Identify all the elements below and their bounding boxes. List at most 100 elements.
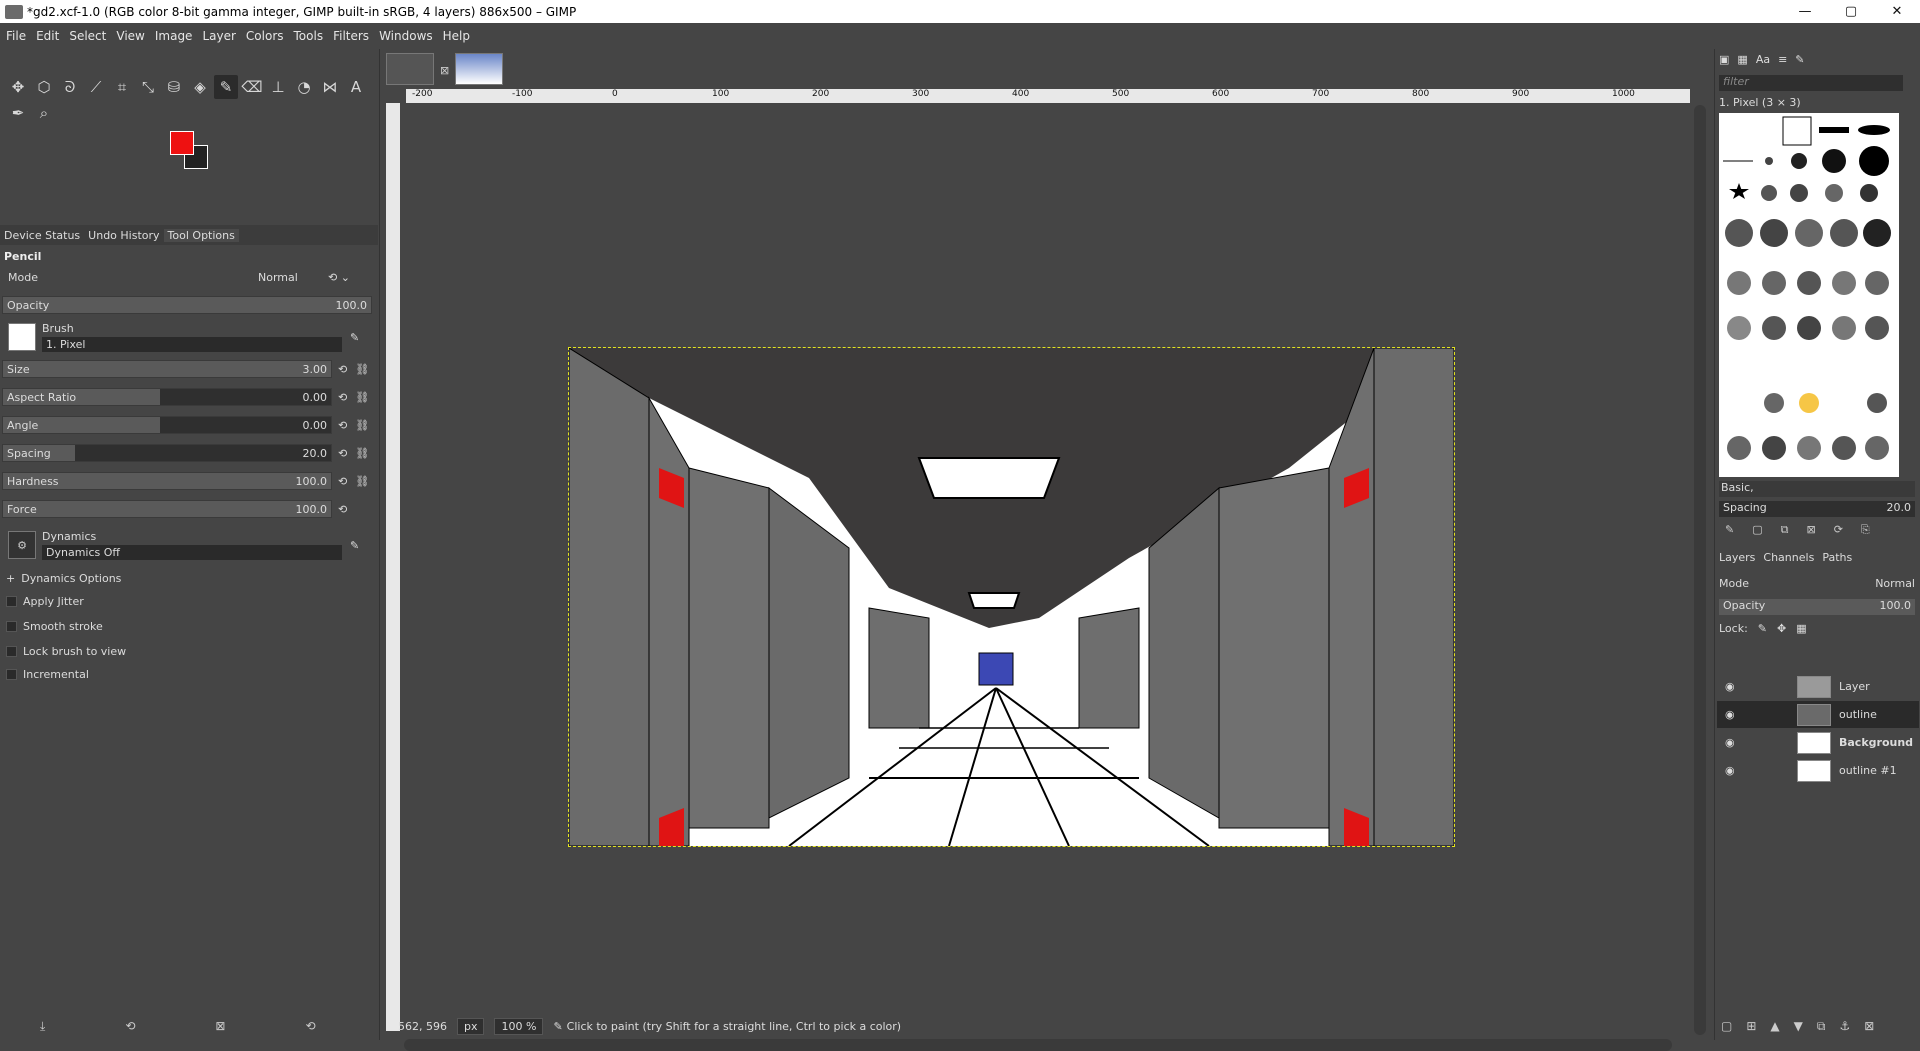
dynamics-options-expander[interactable]: + Dynamics Options [6, 572, 121, 585]
paths-icon[interactable]: ⋈ [318, 75, 342, 99]
reset-force-icon[interactable]: ⟲ [338, 503, 347, 516]
edit-dynamics-icon[interactable]: ✎ [350, 539, 359, 552]
delete-options-icon[interactable]: ⊠ [215, 1019, 225, 1034]
free-select-icon[interactable]: ᘐ [58, 75, 82, 99]
dynamics-icon[interactable]: ⚙ [8, 531, 36, 559]
lock-position-icon[interactable]: ✥ [1777, 622, 1786, 635]
brush-spacing-slider[interactable]: Spacing 20.0 [1719, 501, 1915, 517]
brush-preview[interactable] [8, 323, 36, 351]
brush-grid[interactable] [1719, 113, 1899, 477]
layer-mode-select[interactable]: Normal [1875, 577, 1915, 590]
menu-help[interactable]: Help [443, 29, 470, 43]
tab-layers[interactable]: Layers [1719, 551, 1755, 564]
lower-layer-icon[interactable]: ▼ [1794, 1019, 1803, 1034]
document-history-tab-icon[interactable]: ≡ [1778, 53, 1787, 66]
brush-field[interactable]: 1. Pixel [42, 337, 342, 352]
menu-colors[interactable]: Colors [246, 29, 284, 43]
raise-layer-icon[interactable]: ▲ [1770, 1019, 1779, 1034]
edit-brush-action-icon[interactable]: ✎ [1725, 523, 1734, 537]
new-layer-icon[interactable]: ▢ [1721, 1019, 1732, 1034]
close-tab-icon[interactable]: ⊠ [440, 64, 449, 77]
unified-transform-icon[interactable]: ⬡ [32, 75, 56, 99]
tab-tool-options[interactable]: Tool Options [163, 228, 239, 242]
opacity-slider[interactable]: Opacity 100.0 [2, 296, 372, 314]
visibility-eye-icon[interactable]: ◉ [1725, 764, 1745, 777]
tab-device-status[interactable]: Device Status [0, 229, 84, 242]
spacing-slider[interactable]: Spacing 20.0 [2, 444, 332, 462]
foreground-color[interactable] [170, 131, 194, 155]
hardness-slider[interactable]: Hardness 100.0 [2, 472, 332, 490]
new-brush-icon[interactable]: ▢ [1752, 523, 1762, 537]
menu-filters[interactable]: Filters [333, 29, 369, 43]
image-tab-2[interactable] [455, 53, 504, 85]
lock-pixels-icon[interactable]: ✎ [1758, 622, 1767, 635]
reset-angle-icon[interactable]: ⟲ [338, 419, 347, 432]
tab-paths[interactable]: Paths [1822, 551, 1852, 564]
aspect-slider[interactable]: Aspect Ratio 0.00 [2, 388, 332, 406]
size-slider[interactable]: Size 3.00 [2, 360, 332, 378]
duplicate-brush-icon[interactable]: ⧉ [1781, 523, 1789, 537]
visibility-eye-icon[interactable]: ◉ [1725, 736, 1745, 749]
unit-select[interactable]: px [456, 1017, 485, 1035]
reset-hardness-icon[interactable]: ⟲ [338, 475, 347, 488]
zoom-icon[interactable]: ⌕ [32, 101, 56, 125]
link-hardness-icon[interactable]: ⛓ [355, 475, 369, 488]
refresh-brushes-icon[interactable]: ⟳ [1834, 523, 1843, 537]
link-size-icon[interactable]: ⛓ [355, 363, 369, 376]
menu-view[interactable]: View [116, 29, 144, 43]
visibility-eye-icon[interactable]: ◉ [1725, 680, 1745, 693]
layer-name[interactable]: outline [1839, 708, 1877, 721]
menu-windows[interactable]: Windows [379, 29, 433, 43]
bucket-fill-icon[interactable]: ⛁ [162, 75, 186, 99]
apply-jitter-checkbox[interactable]: Apply Jitter [6, 595, 84, 608]
reset-spacing-icon[interactable]: ⟲ [338, 447, 347, 460]
zoom-select[interactable]: 100 % [494, 1017, 544, 1035]
gradient-icon[interactable]: ◈ [188, 75, 212, 99]
reset-aspect-icon[interactable]: ⟲ [338, 391, 347, 404]
layer-row[interactable]: ◉ Background [1717, 729, 1919, 756]
open-brush-icon[interactable]: ⎘ [1861, 523, 1870, 537]
link-aspect-icon[interactable]: ⛓ [355, 391, 369, 404]
delete-brush-icon[interactable]: ⊠ [1806, 523, 1815, 537]
horizontal-scrollbar[interactable] [404, 1039, 1672, 1051]
image-canvas[interactable] [568, 347, 1455, 847]
patterns-tab-icon[interactable]: ▦ [1737, 53, 1747, 66]
tab-undo-history[interactable]: Undo History [84, 229, 163, 242]
force-slider[interactable]: Force 100.0 [2, 500, 332, 518]
link-spacing-icon[interactable]: ⛓ [355, 447, 369, 460]
maximize-button[interactable]: ▢ [1828, 0, 1874, 23]
delete-layer-icon[interactable]: ⊠ [1864, 1019, 1874, 1034]
color-picker-icon[interactable]: ✒ [6, 101, 30, 125]
reset-size-icon[interactable]: ⟲ [338, 363, 347, 376]
clone-icon[interactable]: ⊥ [266, 75, 290, 99]
layer-row[interactable]: ◉ Layer [1717, 673, 1919, 700]
reset-options-icon[interactable]: ⟲ [305, 1019, 315, 1034]
menu-layer[interactable]: Layer [202, 29, 235, 43]
text-tool-icon[interactable]: A [344, 75, 368, 99]
canvas[interactable] [402, 103, 1692, 1033]
fg-bg-colors[interactable] [170, 131, 214, 175]
layer-row[interactable]: ◉ outline [1717, 701, 1919, 728]
menu-select[interactable]: Select [69, 29, 106, 43]
warp-icon[interactable]: ⤡ [136, 75, 160, 99]
dynamics-field[interactable]: Dynamics Off [42, 545, 342, 560]
link-angle-icon[interactable]: ⛓ [355, 419, 369, 432]
duplicate-layer-icon[interactable]: ⧉ [1817, 1019, 1826, 1034]
close-button[interactable]: ✕ [1874, 0, 1920, 23]
pencil-icon[interactable]: ✎ [214, 75, 238, 99]
smudge-icon[interactable]: ◔ [292, 75, 316, 99]
menu-tools[interactable]: Tools [294, 29, 324, 43]
reset-mode-icon[interactable]: ⟲ ⌄ [328, 271, 350, 284]
edit-brush-icon[interactable]: ✎ [350, 331, 359, 344]
layer-name[interactable]: Background [1839, 736, 1913, 749]
menu-edit[interactable]: Edit [36, 29, 59, 43]
image-tab-1[interactable] [386, 53, 434, 85]
save-options-icon[interactable]: ⤓ [40, 1019, 45, 1034]
brush-set-select[interactable]: Basic, [1719, 481, 1915, 497]
mode-select[interactable]: Normal [258, 271, 328, 284]
anchor-layer-icon[interactable]: ⚓ [1839, 1019, 1850, 1034]
layer-name[interactable]: outline #1 [1839, 764, 1897, 777]
lock-brush-checkbox[interactable]: Lock brush to view [6, 645, 126, 658]
layer-opacity-slider[interactable]: Opacity 100.0 [1719, 599, 1915, 615]
dynamics-tab-icon[interactable]: ✎ [1795, 53, 1804, 66]
